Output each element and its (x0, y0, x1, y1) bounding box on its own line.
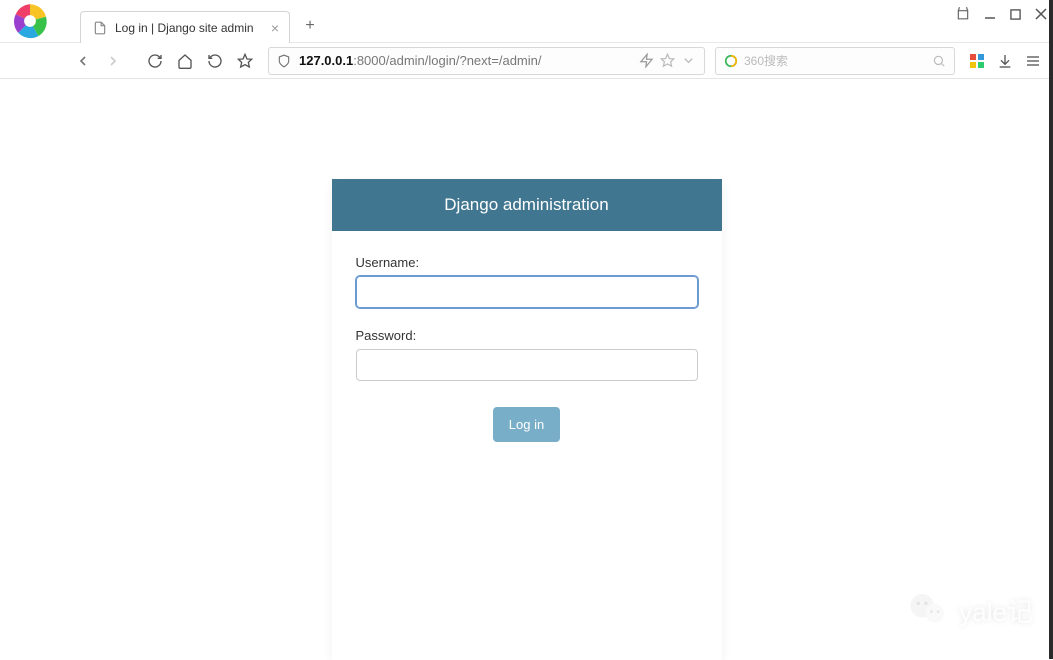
tab-close-icon[interactable]: × (271, 20, 279, 36)
password-label: Password: (356, 328, 698, 343)
address-bar[interactable]: 127.0.0.1:8000/admin/login/?next=/admin/ (268, 47, 705, 75)
undo-button[interactable] (202, 48, 228, 74)
file-icon (93, 21, 107, 35)
toolbar-right-icons (969, 53, 1041, 69)
tab-title: Log in | Django site admin (115, 21, 263, 35)
chevron-down-icon[interactable] (681, 53, 696, 68)
toolbar: 127.0.0.1:8000/admin/login/?next=/admin/… (0, 42, 1053, 78)
home-button[interactable] (172, 48, 198, 74)
login-button[interactable]: Log in (493, 407, 560, 442)
window-minimize-icon[interactable] (984, 7, 996, 23)
browser-app-icon[interactable] (0, 0, 60, 42)
wechat-icon (907, 589, 949, 631)
bookmark-star-button[interactable] (232, 48, 258, 74)
username-input[interactable] (356, 276, 698, 308)
right-edge-bar (1049, 0, 1053, 659)
watermark-text: yale记 (959, 592, 1033, 629)
reload-button[interactable] (142, 48, 168, 74)
url-text: 127.0.0.1:8000/admin/login/?next=/admin/ (299, 53, 633, 68)
downloads-icon[interactable] (997, 53, 1013, 69)
search-placeholder: 360搜索 (744, 52, 932, 69)
window-maximize-icon[interactable] (1010, 7, 1021, 23)
flash-icon[interactable] (639, 53, 654, 68)
search-engine-icon (724, 54, 738, 68)
search-icon[interactable] (932, 54, 946, 68)
menu-icon[interactable] (1025, 53, 1041, 69)
login-form: Username: Password: Log in (332, 231, 722, 472)
shield-icon (277, 54, 291, 68)
login-header: Django administration (332, 179, 722, 231)
window-controls (956, 6, 1047, 23)
url-host: 127.0.0.1 (299, 53, 353, 68)
nav-back-button[interactable] (70, 48, 96, 74)
active-tab[interactable]: Log in | Django site admin × (80, 11, 290, 43)
wardrobe-icon[interactable] (956, 6, 970, 23)
username-label: Username: (356, 255, 698, 270)
apps-grid-icon[interactable] (969, 53, 985, 69)
favorite-icon[interactable] (660, 53, 675, 68)
page-viewport: Django administration Username: Password… (0, 79, 1053, 660)
new-tab-button[interactable]: + (298, 14, 322, 38)
watermark: yale记 (907, 589, 1033, 631)
browser-chrome: Log in | Django site admin × + (0, 0, 1053, 79)
password-input[interactable] (356, 349, 698, 381)
window-close-icon[interactable] (1035, 7, 1047, 23)
login-card: Django administration Username: Password… (332, 179, 722, 660)
url-path: :8000/admin/login/?next=/admin/ (353, 53, 541, 68)
search-box[interactable]: 360搜索 (715, 47, 955, 75)
tab-bar: Log in | Django site admin × + (0, 0, 1053, 42)
nav-forward-button (100, 48, 126, 74)
